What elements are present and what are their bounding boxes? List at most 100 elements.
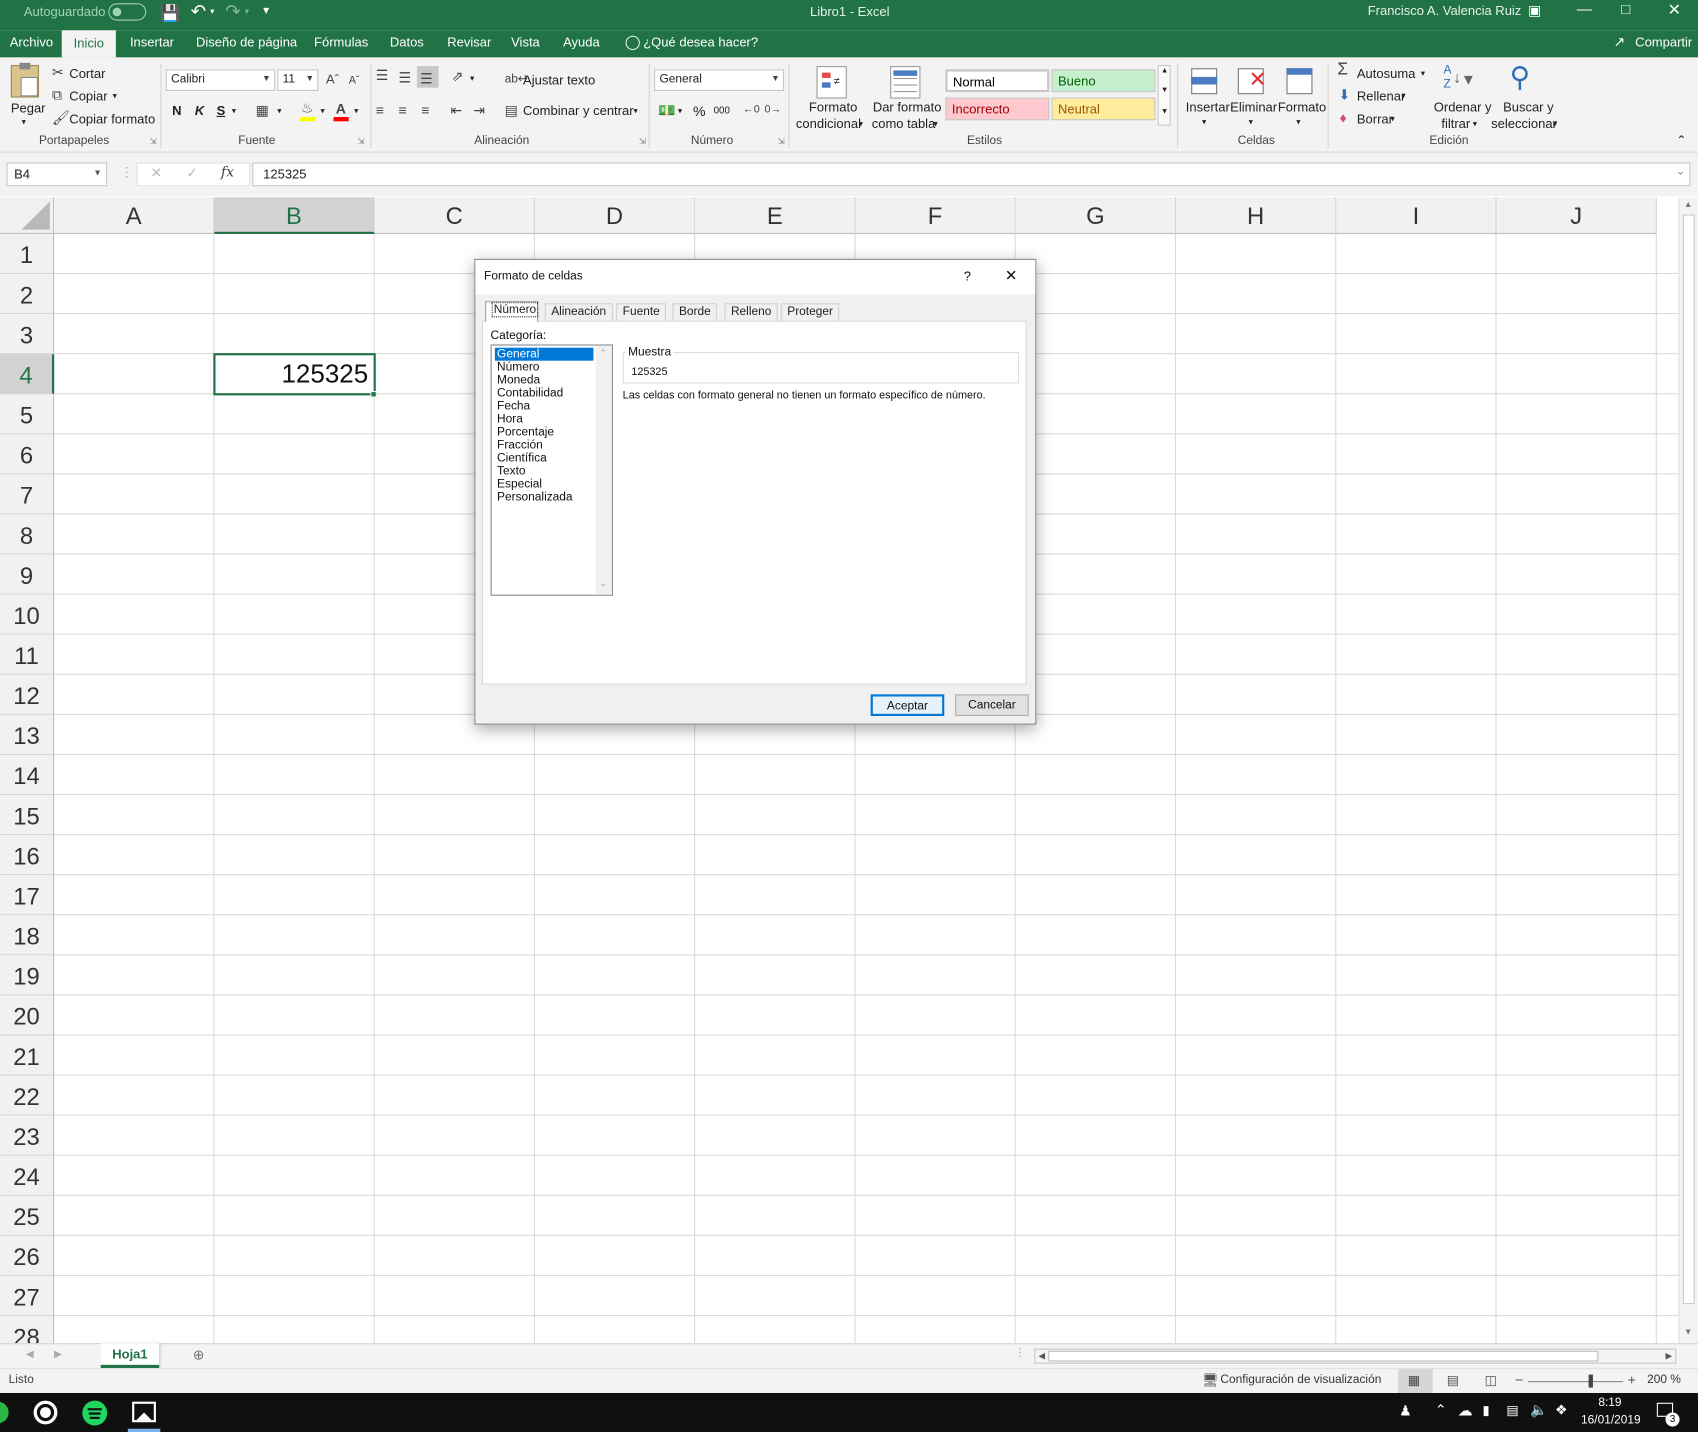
increase-decimal-icon[interactable]: ←0 [743,103,760,117]
cancel-entry-icon[interactable]: ✕ [151,165,163,182]
dialog-tab-numero[interactable]: Número [485,301,539,322]
column-header-c[interactable]: C [374,197,535,234]
zoom-level[interactable]: 200 % [1647,1373,1681,1386]
row-header-2[interactable]: 2 [0,274,55,315]
accounting-dropdown-icon[interactable]: ▾ [678,106,682,116]
row-header-12[interactable]: 12 [0,674,55,715]
increase-font-icon[interactable]: Aˆ [326,72,339,87]
bold-button[interactable]: N [172,103,181,118]
insert-cells-button[interactable]: Insertar [1186,100,1230,115]
copy-dropdown-icon[interactable]: ▾ [113,91,117,101]
italic-button[interactable]: K [195,103,204,118]
scroll-up-icon[interactable]: ▲ [1684,199,1693,209]
redo-icon[interactable]: ↷ [225,1,240,23]
tab-archivo[interactable]: Archivo [10,35,53,50]
align-bottom-selected[interactable]: ☰ [416,66,439,88]
row-header-5[interactable]: 5 [0,394,55,435]
dialog-tab-relleno[interactable]: Relleno [724,303,778,322]
align-center-icon[interactable]: ≡ [399,103,407,117]
increase-indent-icon[interactable]: ⇥ [473,103,485,117]
active-cell-b4[interactable]: 125325 [213,353,376,396]
dialog-tab-fuente[interactable]: Fuente [616,303,667,322]
accounting-format-icon[interactable]: 💵 [658,103,676,117]
customize-qat-icon[interactable]: ▾ [263,3,269,17]
sheet-tab-hoja1[interactable]: Hoja1 [100,1343,160,1369]
vertical-scrollbar[interactable]: ▲ ▼ [1678,197,1698,1344]
column-header-g[interactable]: G [1015,197,1177,234]
row-header-23[interactable]: 23 [0,1115,55,1156]
find-select-dropdown-icon[interactable]: ▾ [1553,119,1557,129]
fill-color-dropdown-icon[interactable]: ▾ [321,106,325,116]
network-icon[interactable]: ▤ [1506,1403,1518,1418]
battery-icon[interactable]: ▮ [1482,1403,1489,1418]
share-button[interactable]: Compartir [1635,35,1692,50]
spotify-icon[interactable] [82,1400,108,1426]
row-header-4[interactable]: 4 [0,354,55,395]
row-header-18[interactable]: 18 [0,915,55,956]
zoom-in-icon[interactable]: + [1628,1371,1636,1387]
clock-time[interactable]: 8:19 [1598,1396,1621,1409]
new-sheet-icon[interactable]: ⊕ [193,1346,205,1363]
row-header-25[interactable]: 25 [0,1195,55,1236]
zoom-slider-thumb[interactable] [1588,1374,1593,1388]
select-all-corner[interactable] [0,197,55,234]
orientation-dropdown-icon[interactable]: ▾ [470,74,474,84]
align-left-icon[interactable]: ≡ [376,103,384,117]
underline-button[interactable]: S [217,103,226,118]
category-item[interactable]: Personalizada [495,491,594,504]
column-header-i[interactable]: I [1336,197,1497,234]
number-launcher-icon[interactable]: ⇲ [778,136,785,146]
category-scroll-up-icon[interactable]: ⌃ [599,348,607,360]
dialog-help-button[interactable]: ? [964,269,971,284]
font-color-icon[interactable]: A [336,102,346,116]
category-item[interactable]: Contabilidad [495,387,594,400]
tab-vista[interactable]: Vista [511,35,540,50]
category-list[interactable]: General Número Moneda Contabilidad Fecha Hora… [490,344,613,596]
comma-style-button[interactable]: 000 [714,105,730,116]
format-table-dropdown-icon[interactable]: ▾ [933,119,937,129]
volume-icon[interactable]: 🔈 [1530,1402,1548,1419]
underline-dropdown-icon[interactable]: ▾ [232,106,236,116]
fill-color-icon[interactable]: ♨ [301,101,314,115]
clipboard-launcher-icon[interactable]: ⇲ [149,136,156,146]
column-header-b[interactable]: B [214,197,375,234]
zoom-out-icon[interactable]: − [1515,1371,1523,1387]
dropbox-icon[interactable]: ❖ [1555,1402,1568,1419]
row-header-26[interactable]: 26 [0,1235,55,1277]
name-box[interactable]: B4 ▼ [6,162,108,187]
row-header-17[interactable]: 17 [0,875,55,916]
column-header-a[interactable]: A [54,197,215,234]
styles-gallery-scroll[interactable]: ▲ ▼ ▼ [1157,64,1171,126]
find-select-label-1[interactable]: Buscar y [1503,100,1554,115]
display-settings-button[interactable]: Configuración de visualización [1220,1373,1381,1386]
row-header-24[interactable]: 24 [0,1155,55,1196]
delete-cells-button[interactable]: Eliminar [1230,100,1277,115]
clock-date[interactable]: 16/01/2019 [1581,1414,1641,1427]
column-header-f[interactable]: F [855,197,1016,234]
paste-dropdown-icon[interactable]: ▾ [22,117,26,127]
tab-datos[interactable]: Datos [390,35,424,50]
photos-icon[interactable] [132,1401,156,1423]
category-scroll-down-icon[interactable]: ⌄ [599,577,607,589]
borders-icon[interactable]: ▦ [256,103,269,117]
category-list-scrollbar[interactable]: ⌃ ⌄ [595,345,612,595]
sort-filter-label-2[interactable]: filtrar [1441,116,1470,131]
decrease-indent-icon[interactable]: ⇤ [450,103,462,117]
page-break-icon[interactable]: ◫ [1485,1372,1497,1387]
dialog-tab-borde[interactable]: Borde [672,303,718,322]
merge-dropdown-icon[interactable]: ▾ [633,106,637,116]
autosum-dropdown-icon[interactable]: ▾ [1421,68,1425,78]
style-bad[interactable]: Incorrecto [945,97,1050,121]
confirm-entry-icon[interactable]: ✓ [186,165,198,182]
close-window-icon[interactable]: ✕ [1668,0,1682,19]
row-header-21[interactable]: 21 [0,1035,55,1076]
row-header-19[interactable]: 19 [0,955,55,996]
tab-insertar[interactable]: Insertar [130,35,174,50]
conditional-format-label-2[interactable]: condicional [796,116,861,131]
dialog-close-button[interactable]: ✕ [1005,266,1018,284]
format-painter-button[interactable]: Copiar formato [69,112,155,127]
row-header-22[interactable]: 22 [0,1075,55,1116]
category-item[interactable]: Porcentaje [495,426,594,439]
redo-dropdown-icon[interactable]: ▾ [245,6,249,16]
category-item[interactable]: Hora [495,413,594,426]
